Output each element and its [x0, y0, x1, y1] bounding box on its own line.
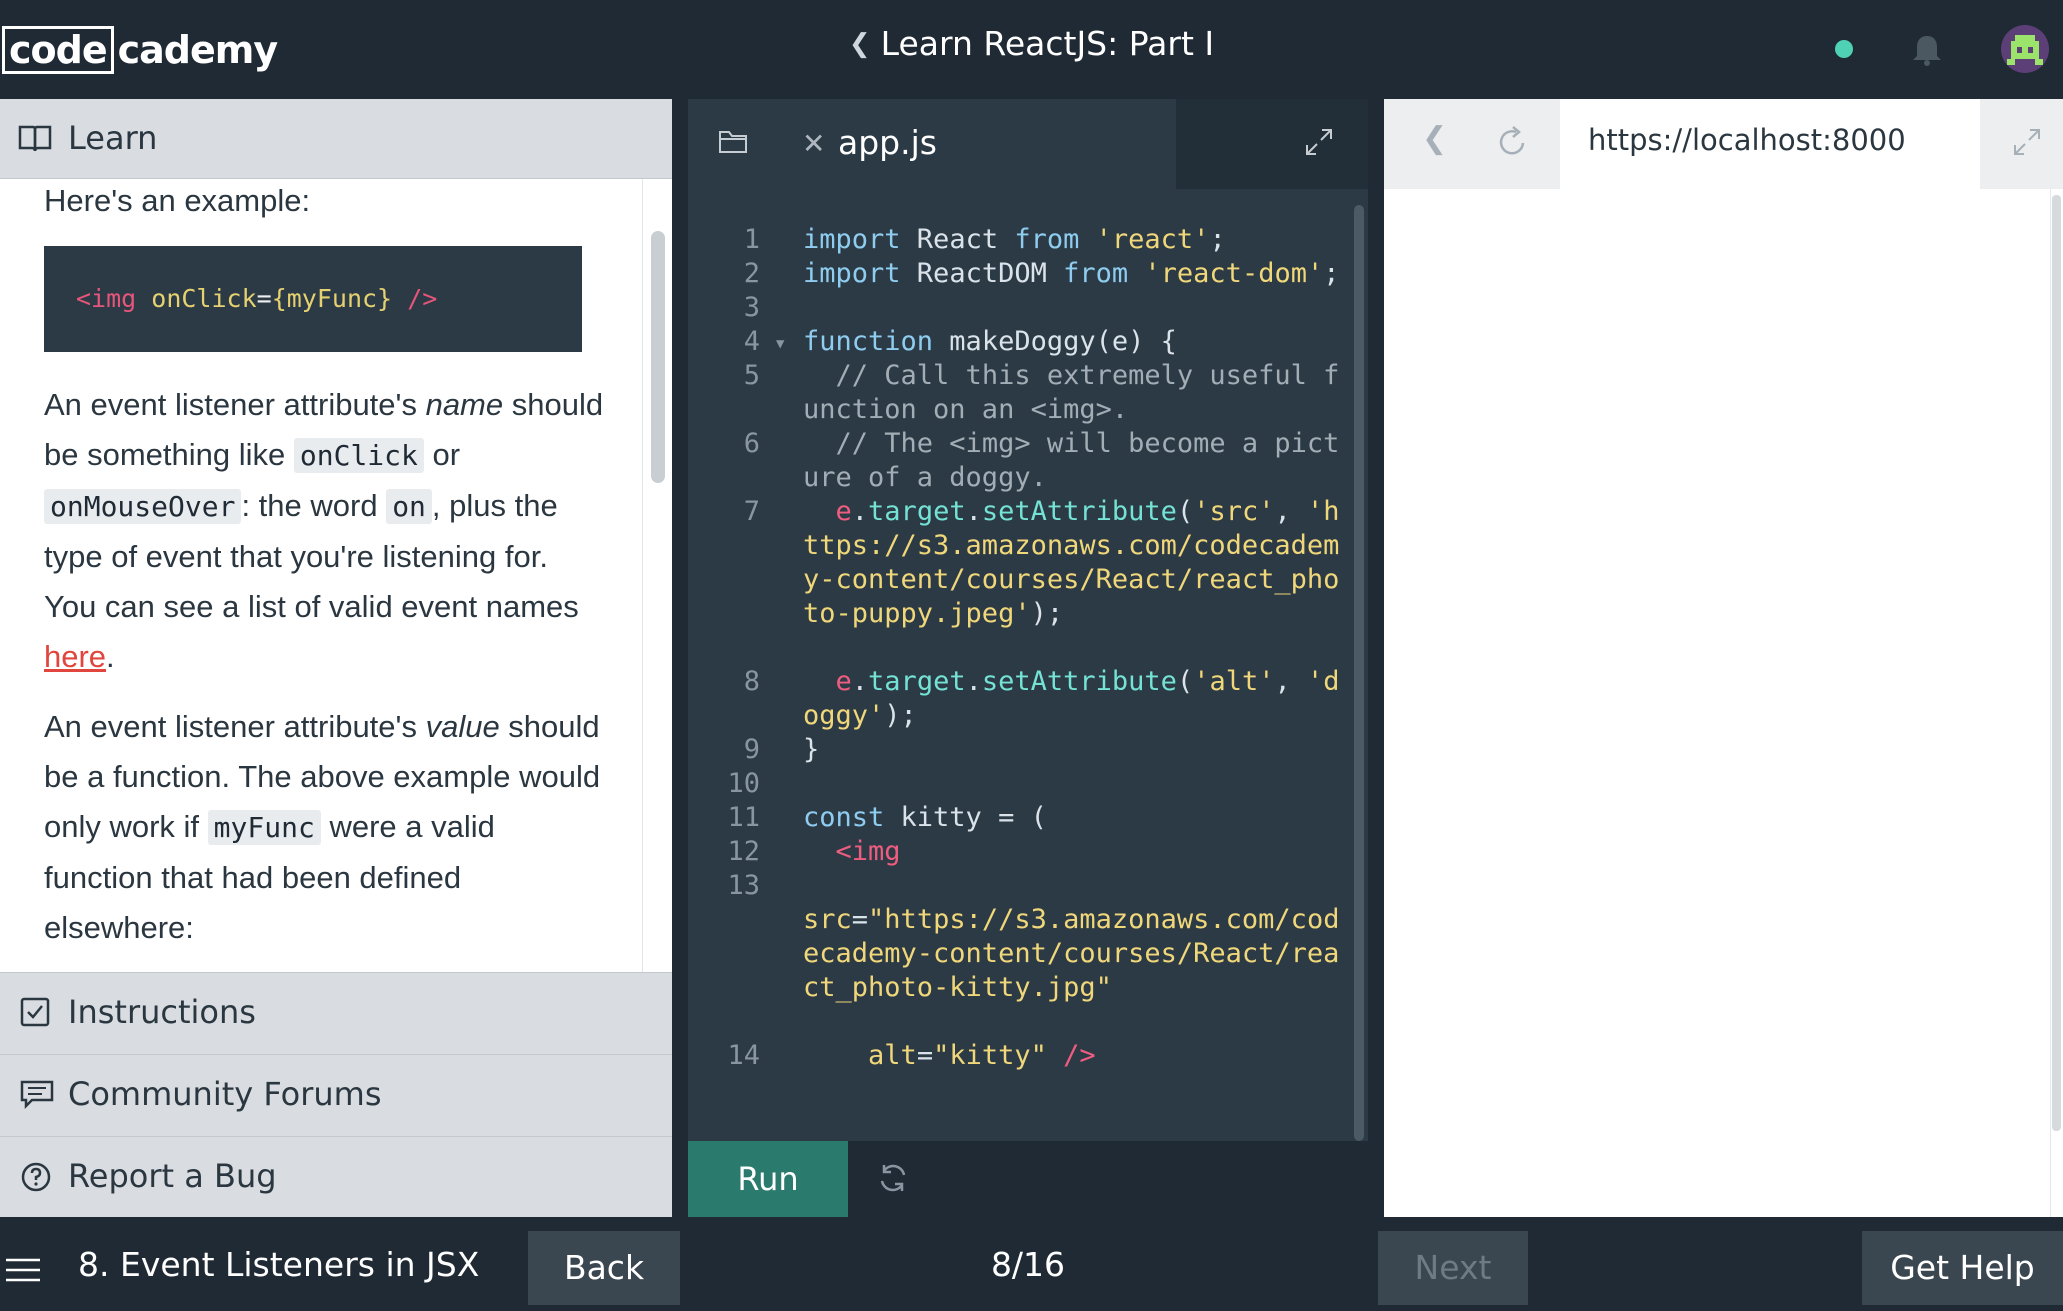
top-bar: code cademy ❮ Learn ReactJS: Part I — [0, 0, 2063, 99]
lesson-title[interactable]: 8. Event Listeners in JSX — [78, 1245, 479, 1284]
close-tab-icon[interactable]: ✕ — [802, 127, 825, 160]
get-help-button[interactable]: Get Help — [1862, 1231, 2063, 1305]
folder-icon — [719, 131, 747, 153]
inline-code: myFunc — [207, 810, 321, 845]
learn-tab-label: Learn — [68, 119, 158, 157]
lesson-progress: 8/16 — [990, 1245, 1066, 1284]
inline-code: on — [386, 489, 432, 524]
sidebar-item-label: Instructions — [68, 993, 256, 1031]
expand-editor-icon[interactable] — [1304, 127, 1334, 157]
sidebar-item-label: Report a Bug — [68, 1157, 277, 1195]
sidebar-item-label: Community Forums — [68, 1075, 382, 1113]
chevron-left-icon: ❮ — [848, 29, 871, 59]
run-bar: Run — [688, 1141, 1368, 1217]
browser-back-icon[interactable]: ❮ — [1422, 121, 1447, 156]
lesson-content: Here's an example: <img onClick={myFunc}… — [0, 179, 672, 1072]
online-status-dot — [1835, 40, 1853, 58]
sidebar-item-instructions[interactable]: Instructions — [0, 972, 672, 1054]
browser-url-text: https://localhost:8000 — [1588, 123, 1906, 157]
fold-arrow-icon[interactable]: ▼ — [776, 327, 784, 361]
editor-tab-bar: ✕ app.js — [688, 99, 1368, 189]
bottom-bar: 8. Event Listeners in JSX Back 8/16 Next… — [0, 1217, 2063, 1311]
back-button[interactable]: Back — [528, 1231, 680, 1305]
browser-scrollbar[interactable] — [2052, 195, 2061, 1131]
code-editor-pane: ✕ app.js 1 import React from 'react'; 2 im… — [688, 99, 1368, 1217]
paragraph-event-name: An event listener attribute's name shoul… — [44, 387, 604, 674]
event-names-link[interactable]: here — [44, 639, 106, 674]
lesson-scrollbar[interactable] — [651, 231, 665, 483]
lesson-scroll-track — [642, 179, 643, 1072]
file-tab-app-js[interactable]: ✕ app.js — [780, 99, 1176, 189]
next-button[interactable]: Next — [1378, 1231, 1528, 1305]
learn-tab[interactable]: Learn — [0, 99, 672, 179]
browser-preview-pane: ❮ https://localhost:8000 — [1384, 99, 2063, 1217]
example-code-block: <img onClick={myFunc} /> — [44, 246, 582, 352]
inline-code: onClick — [293, 438, 424, 473]
editor-scrollbar[interactable] — [1354, 205, 1364, 1141]
run-button[interactable]: Run — [688, 1141, 848, 1217]
question-icon — [21, 1162, 51, 1192]
bell-icon[interactable] — [1909, 32, 1945, 68]
browser-url-field[interactable]: https://localhost:8000 — [1560, 99, 1980, 189]
reload-icon[interactable] — [1498, 125, 1528, 159]
file-tab-label: app.js — [838, 123, 937, 162]
user-avatar[interactable] — [2001, 25, 2049, 73]
code-area[interactable]: 1 import React from 'react'; 2 import Reac… — [688, 189, 1348, 1141]
checkbox-icon — [20, 997, 50, 1027]
expand-browser-icon[interactable] — [2012, 127, 2042, 157]
learn-pane: Learn Here's an example: <img onClick={m… — [0, 99, 672, 1218]
intro-text: Here's an example: — [44, 183, 311, 218]
course-title-text: Learn ReactJS: Part I — [880, 24, 1215, 63]
sidebar-item-report-bug[interactable]: Report a Bug — [0, 1136, 672, 1218]
hamburger-menu-icon[interactable] — [4, 1257, 42, 1283]
chat-icon — [20, 1080, 54, 1109]
reset-icon[interactable] — [876, 1161, 910, 1195]
book-icon — [18, 125, 52, 152]
sidebar-item-community-forums[interactable]: Community Forums — [0, 1054, 672, 1136]
browser-toolbar: ❮ https://localhost:8000 — [1384, 99, 2063, 189]
paragraph-event-value: An event listener attribute's value shou… — [44, 709, 601, 945]
file-browser-button[interactable] — [688, 99, 780, 189]
course-title[interactable]: ❮ Learn ReactJS: Part I — [0, 24, 2063, 63]
inline-code: onMouseOver — [44, 489, 242, 524]
